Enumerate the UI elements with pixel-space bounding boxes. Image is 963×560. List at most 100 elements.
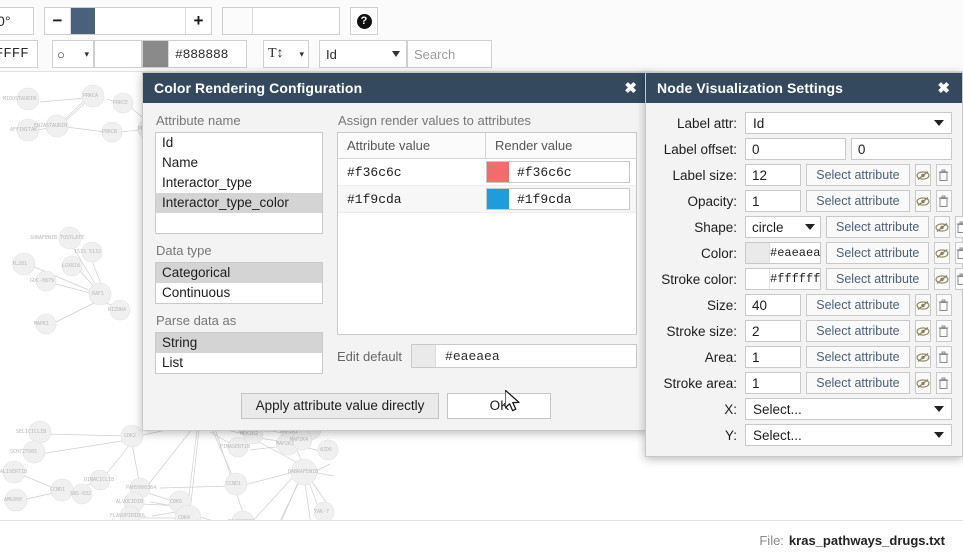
zoom-in-button[interactable]: + [185,8,211,34]
color-swatch[interactable] [487,189,509,209]
attribute-list-item[interactable]: Interactor_type [156,173,322,193]
parse-option[interactable]: List [156,353,322,373]
hide-eye-icon[interactable] [914,190,931,212]
stroke-color-control[interactable]: #888888 [142,40,247,68]
ok-button[interactable]: OK [447,393,552,419]
background-color-control[interactable] [222,7,340,35]
edit-default-control[interactable]: #eaeaea [411,344,637,368]
select-attribute-button[interactable]: Select attribute [806,372,910,394]
hide-eye-icon[interactable] [934,216,951,238]
background-color-swatch[interactable] [223,8,253,34]
fill-color-hex-input[interactable]: FFFF [0,40,38,68]
select-attribute-button[interactable]: Select attribute [806,190,910,212]
parse-option-selected[interactable]: String [156,333,322,353]
attribute-list-item[interactable]: Name [156,153,322,173]
hide-eye-icon[interactable] [914,294,931,316]
node-color-control[interactable]: #eaeaea [745,242,821,264]
label-offset-x-input[interactable]: 0 [745,138,847,160]
x-axis-select[interactable]: Select... [745,398,952,420]
trash-icon[interactable] [955,242,963,264]
hide-eye-icon[interactable] [914,372,931,394]
table-row[interactable]: #f36c6c #f36c6c [338,159,636,186]
data-type-item[interactable]: Continuous [156,283,322,303]
search-input[interactable]: Search [407,40,492,68]
node-color-value[interactable]: #eaeaea [770,246,820,260]
zoom-slider-knob[interactable] [71,8,95,34]
table-row[interactable]: #1f9cda #1f9cda [338,186,636,213]
data-type-list[interactable]: Categorical Continuous [155,262,323,304]
render-value-text[interactable]: #f36c6c [509,165,572,180]
select-attribute-button[interactable]: Select attribute [826,216,930,238]
attribute-name-list[interactable]: Id Name Interactor_type Interactor_type_… [155,132,323,234]
size-input[interactable]: 40 [745,294,802,316]
zoom-slider-track[interactable] [71,8,185,34]
shape-select[interactable]: circle [745,216,821,238]
svg-text:CDK6: CDK6 [170,499,182,505]
stroke-size-input[interactable]: 2 [745,320,802,342]
zoom-slider-group[interactable]: − + [44,7,212,35]
default-color-swatch[interactable] [412,345,437,367]
hide-eye-icon[interactable] [934,242,951,264]
stroke-color-value[interactable]: #ffffff [770,272,820,286]
default-color-value[interactable]: #eaeaea [436,349,500,364]
hide-eye-icon[interactable] [934,268,951,290]
node-dialog-header: Node Visualization Settings ✖ [646,73,962,103]
render-value-text[interactable]: #1f9cda [509,192,572,207]
svg-text:MIDOSTAURIN: MIDOSTAURIN [3,96,36,102]
label-offset-y-input[interactable]: 0 [850,138,952,160]
attribute-list-item[interactable]: Id [156,133,322,153]
close-icon[interactable]: ✖ [624,81,637,96]
cell-render-value[interactable]: #1f9cda [486,188,636,210]
help-button[interactable]: ? [350,7,378,35]
trash-icon[interactable] [935,320,952,342]
attribute-list-blank-row[interactable] [156,213,322,233]
select-attribute-button[interactable]: Select attribute [826,242,930,264]
close-icon[interactable]: ✖ [937,81,950,96]
zoom-out-button[interactable]: − [45,8,71,34]
stroke-color-swatch[interactable] [746,269,770,289]
svg-text:CCND1: CCND1 [50,487,65,493]
trash-icon[interactable] [935,372,952,394]
node-shape-select[interactable]: ○ ▾ [52,40,94,68]
trash-icon[interactable] [955,268,963,290]
rotation-angle-input[interactable]: 0° [0,7,34,35]
parse-data-list[interactable]: String List [155,332,323,374]
trash-icon[interactable] [935,294,952,316]
text-style-select[interactable]: T↕ ▾ [263,40,309,68]
attribute-list-item-selected[interactable]: Interactor_type_color [156,193,322,213]
select-attribute-button[interactable]: Select attribute [826,268,930,290]
select-attribute-button[interactable]: Select attribute [806,320,910,342]
hide-eye-icon[interactable] [914,320,931,342]
svg-text:TAK-7: TAK-7 [314,509,329,515]
shape-size-input[interactable] [94,40,142,68]
trash-icon[interactable] [935,346,952,368]
svg-text:AZD6: AZD6 [320,447,332,453]
color-dialog-footer: Apply attribute value directly OK [143,384,649,430]
hide-eye-icon[interactable] [914,346,931,368]
file-label: File: [759,533,784,548]
color-swatch[interactable] [487,162,509,182]
label-size-input[interactable]: 12 [745,164,802,186]
area-input[interactable]: 1 [745,346,802,368]
stroke-area-input[interactable]: 1 [745,372,802,394]
opacity-input[interactable]: 1 [745,190,802,212]
data-type-item-selected[interactable]: Categorical [156,263,322,283]
node-color-swatch[interactable] [746,243,770,263]
apply-attribute-value-directly-button[interactable]: Apply attribute value directly [240,393,440,419]
trash-icon[interactable] [955,216,963,238]
trash-icon[interactable] [935,164,952,186]
label-attr-select[interactable]: Id [745,112,952,134]
select-attribute-button[interactable]: Select attribute [806,164,910,186]
node-dialog-title: Node Visualization Settings [657,80,844,96]
stroke-color-control[interactable]: #ffffff [745,268,821,290]
search-attribute-select[interactable]: Id [319,40,407,68]
select-attribute-button[interactable]: Select attribute [806,346,910,368]
cell-render-value[interactable]: #f36c6c [486,161,636,183]
trash-icon[interactable] [935,190,952,212]
hide-eye-icon[interactable] [914,164,931,186]
select-attribute-button[interactable]: Select attribute [806,294,910,316]
stroke-color-value[interactable]: #888888 [169,47,246,62]
stroke-color-swatch[interactable] [143,41,169,67]
background-color-input[interactable] [253,8,339,34]
y-axis-select[interactable]: Select... [745,424,952,446]
